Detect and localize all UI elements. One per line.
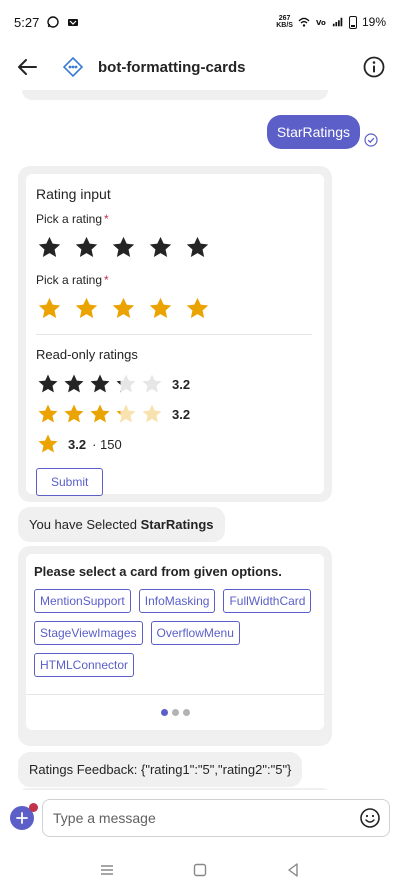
wifi-icon	[298, 17, 310, 27]
readonly-rating-gold: 3.2	[36, 400, 314, 428]
signal-icon	[332, 17, 343, 27]
pick-rating-label-2: Pick a rating *	[36, 273, 109, 287]
battery-percent: 19%	[361, 15, 386, 29]
sent-message: StarRatings	[266, 115, 378, 149]
star-icon	[90, 374, 110, 393]
carousel-dot-3[interactable]	[182, 709, 190, 716]
star-empty-icon	[142, 374, 162, 393]
bot-connector-icon	[62, 56, 84, 78]
option-overflowmenu-button[interactable]: OverflowMenu	[150, 621, 240, 645]
status-time: 5:27	[14, 14, 40, 30]
carousel-card: Please select a card from given options.…	[18, 546, 332, 746]
star-icon[interactable]	[147, 295, 174, 322]
emoji-icon[interactable]	[359, 807, 381, 829]
readonly-ratings-title: Read-only ratings	[36, 347, 138, 362]
carousel-pagination	[26, 694, 324, 730]
star-icon[interactable]	[73, 234, 100, 261]
net-speed-indicator: 267 KB/S	[276, 15, 293, 29]
chat-header: bot-formatting-cards	[0, 44, 400, 90]
ratings-feedback-message[interactable]: Ratings Feedback: {"rating1":"5","rating…	[18, 752, 303, 787]
battery-icon	[348, 15, 357, 29]
message-input-box[interactable]	[42, 799, 390, 837]
rating-input-title: Rating input	[36, 186, 111, 202]
home-icon[interactable]	[191, 861, 209, 879]
star-icon	[90, 404, 110, 423]
sent-message-bubble[interactable]: StarRatings	[266, 115, 360, 149]
submit-button[interactable]: Submit	[36, 468, 104, 496]
notification-badge	[29, 803, 38, 812]
readonly-stars	[36, 372, 164, 396]
compose-bar	[0, 796, 400, 840]
star-icon[interactable]	[147, 234, 174, 261]
readonly-rating-value: 3.2	[172, 406, 191, 422]
star-icon[interactable]	[110, 234, 137, 261]
star-empty-icon	[142, 404, 162, 423]
star-icon[interactable]	[36, 234, 63, 261]
star-icon	[38, 434, 58, 453]
required-marker: *	[104, 273, 109, 287]
rating-card: Rating input Pick a rating * Pick a ratin…	[18, 166, 332, 502]
divider	[36, 334, 312, 335]
star-icon	[64, 374, 84, 393]
recent-apps-icon[interactable]	[98, 861, 116, 879]
readonly-rating-value: 3.2	[68, 436, 87, 452]
readonly-rating-value: 3.2	[172, 376, 191, 392]
svg-text:Vo: Vo	[316, 19, 326, 27]
back-button[interactable]	[14, 54, 40, 80]
star-icon	[38, 404, 58, 423]
star-icon[interactable]	[36, 295, 63, 322]
back-nav-icon[interactable]	[284, 861, 302, 879]
option-buttons: MentionSupport InfoMasking FullWidthCard…	[34, 589, 318, 677]
carousel-card-body: Please select a card from given options.…	[26, 554, 324, 694]
plus-button[interactable]	[10, 803, 38, 830]
carousel-dot-2[interactable]	[171, 709, 179, 716]
option-fullwidthcard-button[interactable]: FullWidthCard	[223, 589, 312, 613]
option-htmlconnector-button[interactable]: HTMLConnector	[34, 653, 135, 677]
arrow-left-icon	[18, 59, 37, 75]
notification-app-icon	[68, 19, 79, 26]
pick-rating-label-1: Pick a rating *	[36, 212, 109, 226]
star-icon	[116, 404, 136, 423]
option-mentionsupport-button[interactable]: MentionSupport	[34, 589, 131, 613]
star-icon	[116, 374, 136, 393]
star-icon[interactable]	[184, 234, 211, 261]
previous-card-edge	[22, 90, 328, 100]
star-icon[interactable]	[73, 295, 100, 322]
star-icon[interactable]	[110, 295, 137, 322]
chat-title[interactable]: bot-formatting-cards	[98, 59, 246, 76]
readonly-rating-compact: 3.2 · 150	[36, 430, 314, 458]
whatsapp-icon	[47, 16, 60, 28]
status-bar: 5:27 267 KB/S Vo 19%	[0, 0, 400, 44]
system-nav-bar	[0, 852, 400, 888]
option-infomasking-button[interactable]: InfoMasking	[138, 589, 216, 613]
required-marker: *	[104, 212, 109, 226]
bot-avatar[interactable]	[60, 54, 86, 80]
read-receipt-icon	[364, 133, 378, 147]
rating-input-dark	[36, 234, 314, 261]
rating-input-gold	[36, 295, 314, 322]
option-stageviewimages-button[interactable]: StageViewImages	[34, 621, 143, 645]
rating-card-body: Rating input Pick a rating * Pick a ratin…	[26, 174, 324, 496]
star-icon[interactable]	[184, 295, 211, 322]
selected-message[interactable]: You have Selected StarRatings	[18, 507, 225, 542]
rating-count: · 150	[92, 436, 122, 452]
star-icon	[64, 404, 84, 423]
plus-icon	[16, 812, 28, 824]
star-icon	[38, 374, 58, 393]
info-circle-icon[interactable]	[362, 55, 386, 79]
message-input[interactable]	[53, 810, 359, 826]
chat-message-list[interactable]: StarRatings Rating input Pick a rating * …	[0, 90, 400, 790]
next-message-edge	[18, 788, 332, 790]
readonly-stars	[36, 402, 164, 426]
carousel-card-title: Please select a card from given options.	[34, 564, 282, 579]
readonly-rating-dark: 3.2	[36, 370, 314, 398]
volte-icon: Vo	[316, 19, 326, 27]
carousel-dot-1[interactable]	[160, 709, 168, 716]
